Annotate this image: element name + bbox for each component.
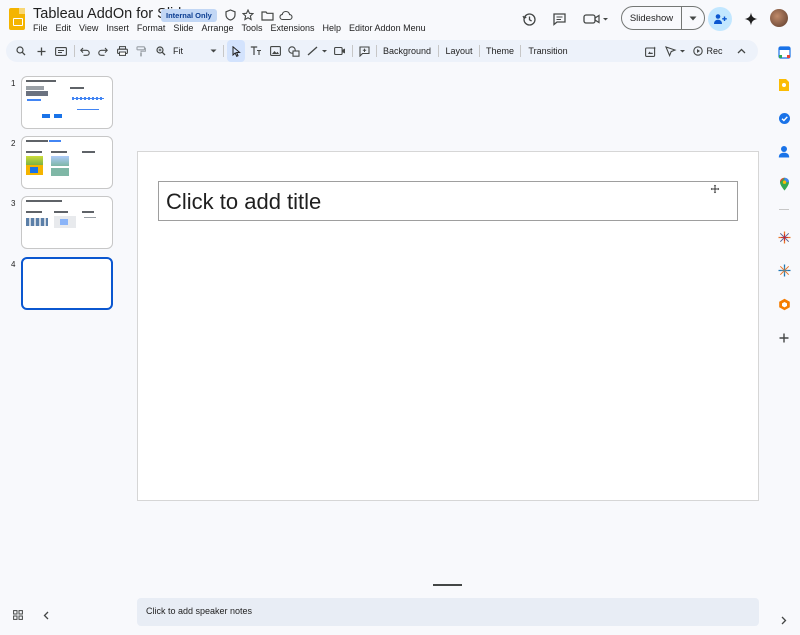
menu-edit[interactable]: Edit [52, 22, 76, 34]
shape-icon[interactable] [286, 40, 302, 62]
slideshow-dropdown-icon[interactable] [682, 7, 704, 29]
menu-insert[interactable]: Insert [102, 22, 133, 34]
menu-view[interactable]: View [75, 22, 102, 34]
folder-icon[interactable] [260, 8, 274, 22]
menu-format[interactable]: Format [133, 22, 170, 34]
text-box-icon[interactable] [248, 40, 264, 62]
laser-pointer-icon[interactable] [663, 40, 689, 62]
grid-view-icon[interactable] [12, 609, 24, 621]
get-addons-plus-icon[interactable] [776, 330, 792, 346]
notes-resize-handle[interactable] [433, 584, 462, 586]
title-placeholder-text[interactable]: Click to add title [166, 189, 321, 215]
slide-thumbnail-2[interactable] [21, 136, 113, 189]
title-placeholder[interactable]: Click to add title [158, 181, 738, 221]
undo-icon[interactable] [78, 40, 92, 62]
contacts-icon[interactable] [776, 143, 792, 159]
animation-slide-icon[interactable] [643, 40, 659, 62]
layout-button[interactable]: Layout [441, 40, 477, 62]
menu-file[interactable]: File [33, 22, 52, 34]
zoom-icon[interactable] [154, 40, 168, 62]
addon-cube-icon[interactable] [776, 296, 792, 312]
main-toolbar: Fit Background Layout Theme Transition R… [6, 40, 758, 62]
maps-pin-icon[interactable] [776, 176, 792, 192]
insert-image-icon[interactable] [267, 40, 283, 62]
slideshow-button[interactable]: Slideshow [621, 6, 705, 30]
comments-icon[interactable] [549, 6, 569, 32]
menu-slide[interactable]: Slide [169, 22, 197, 34]
new-slide-layout-icon[interactable] [53, 40, 69, 62]
slide-thumbnail-3[interactable] [21, 196, 113, 249]
menu-bar: File Edit View Insert Format Slide Arran… [33, 22, 430, 34]
menu-arrange[interactable]: Arrange [197, 22, 237, 34]
record-icon [693, 46, 704, 56]
calendar-icon[interactable] [776, 44, 792, 60]
menu-editor-addon[interactable]: Editor Addon Menu [345, 22, 430, 34]
insert-video-icon[interactable] [332, 40, 348, 62]
app-header: Tableau AddOn for Slides Internal Only F… [0, 0, 800, 38]
menu-help[interactable]: Help [319, 22, 346, 34]
side-panel-divider [779, 209, 789, 210]
expand-side-panel-chevron-icon[interactable] [776, 612, 792, 628]
menu-extensions[interactable]: Extensions [266, 22, 318, 34]
new-slide-plus-icon[interactable] [34, 40, 48, 62]
keep-icon[interactable] [776, 77, 792, 93]
zoom-value: Fit [173, 46, 183, 56]
collapse-filmstrip-chevron-icon[interactable] [40, 609, 52, 621]
tableau-addon-2-icon[interactable] [776, 262, 792, 278]
transition-button[interactable]: Transition [523, 40, 573, 62]
star-icon[interactable] [241, 8, 255, 22]
line-tool-icon[interactable] [305, 40, 331, 62]
slide-number: 3 [11, 199, 16, 208]
print-icon[interactable] [115, 40, 129, 62]
tasks-icon[interactable] [776, 110, 792, 126]
slide-canvas[interactable]: Click to add title [137, 151, 759, 501]
collapse-toolbar-chevron-icon[interactable] [734, 40, 748, 62]
menu-tools[interactable]: Tools [237, 22, 266, 34]
slides-logo-icon[interactable] [9, 8, 25, 30]
background-button[interactable]: Background [378, 40, 436, 62]
zoom-dropdown-icon [210, 49, 217, 53]
zoom-select[interactable]: Fit [173, 40, 217, 62]
search-menus-icon[interactable] [14, 40, 28, 62]
meet-camera-icon[interactable] [581, 6, 611, 32]
add-comment-icon[interactable] [356, 40, 372, 62]
slide-number: 2 [11, 139, 16, 148]
slide-thumbnail-1[interactable] [21, 76, 113, 129]
gemini-sparkle-icon[interactable] [741, 6, 761, 32]
slide-thumbnail-4[interactable] [21, 257, 113, 310]
theme-button[interactable]: Theme [481, 40, 519, 62]
cloud-saved-icon[interactable] [279, 8, 293, 22]
paint-format-icon[interactable] [134, 40, 148, 62]
version-history-icon[interactable] [519, 6, 539, 32]
shield-icon[interactable] [223, 8, 237, 22]
slide-number: 4 [11, 260, 16, 269]
speaker-notes-area[interactable]: Click to add speaker notes [137, 598, 759, 626]
account-avatar[interactable] [770, 9, 788, 27]
redo-icon[interactable] [96, 40, 110, 62]
move-cursor-icon [710, 184, 720, 197]
share-add-person-icon[interactable] [708, 7, 732, 31]
select-cursor-icon[interactable] [227, 40, 245, 62]
slide-number: 1 [11, 79, 16, 88]
slideshow-label[interactable]: Slideshow [622, 7, 682, 29]
speaker-notes-placeholder[interactable]: Click to add speaker notes [146, 606, 252, 616]
rec-button[interactable]: Rec [690, 40, 726, 62]
tableau-addon-icon[interactable] [776, 229, 792, 245]
rec-label: Rec [706, 46, 723, 56]
classification-badge[interactable]: Internal Only [161, 9, 217, 22]
